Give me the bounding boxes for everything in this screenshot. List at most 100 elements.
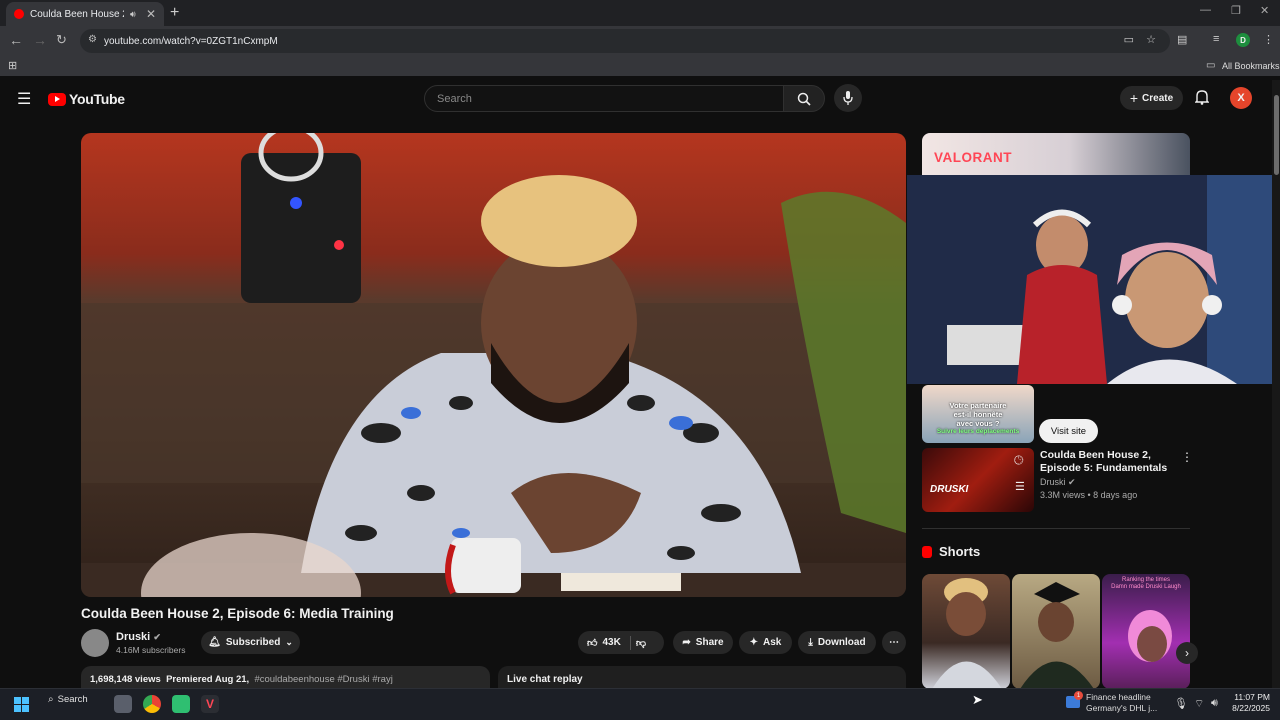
youtube-favicon-icon [14, 9, 24, 19]
divider [629, 635, 631, 650]
apps-grid-icon[interactable]: ⊞ [8, 59, 17, 72]
back-icon[interactable]: ← [9, 32, 23, 48]
news-title: Finance headline [1086, 692, 1151, 702]
short-image-1 [932, 578, 1002, 689]
ad-thumbnail[interactable]: Votre partenaire est-il honnête avec vou… [922, 385, 1034, 443]
recommended-channel-text: Druski [1040, 477, 1066, 487]
ad-thumb-text-3: avec vous ? [956, 419, 1000, 428]
all-bookmarks-link[interactable]: All Bookmarks [1222, 61, 1280, 71]
short-thumbnail-1[interactable] [922, 574, 1010, 689]
account-avatar[interactable]: X [1230, 87, 1252, 109]
youtube-logo[interactable]: YouTube [48, 91, 125, 107]
download-icon: ⤓ [808, 637, 813, 648]
notifications-button[interactable] [1194, 89, 1210, 110]
browser-tab[interactable]: Coulda Been House 2, Episo 🔊︎ ✕ [6, 2, 164, 26]
volume-icon[interactable]: 🔊︎ [1211, 697, 1218, 710]
profile-avatar[interactable]: D [1236, 33, 1250, 47]
recommended-thumbnail[interactable]: DRUSKI 🕒︎ ☰ [922, 448, 1034, 512]
watch-later-icon[interactable]: 🕒︎ [1014, 453, 1024, 468]
shorts-next-button[interactable]: › [1176, 642, 1198, 664]
subscribed-label: Subscribed [225, 637, 281, 648]
more-actions-button[interactable]: ⋯ [882, 631, 906, 654]
shorts-icon [922, 545, 932, 558]
news-subtitle: Germany's DHL j... [1086, 703, 1158, 713]
news-widget[interactable]: Finance headline Germany's DHL j... [1086, 692, 1157, 714]
windows-start-icon[interactable] [14, 697, 29, 717]
create-button[interactable]: + Create [1120, 86, 1183, 110]
address-url: youtube.com/watch?v=0ZGT1nCxmpM [104, 35, 278, 47]
dislike-button[interactable]: 👎︎ [636, 637, 646, 649]
ask-button[interactable]: ✦ Ask [739, 631, 792, 654]
ad-thumb-text-2: est-il honnête [953, 410, 1003, 419]
channel-name[interactable]: Druski ✔ [116, 631, 161, 643]
search-button[interactable] [783, 85, 825, 112]
close-window-icon[interactable]: ✕ [1260, 4, 1269, 17]
short-image-3 [1128, 610, 1172, 662]
microphone-icon[interactable]: 🎙︎ [1174, 697, 1188, 710]
reload-icon[interactable]: ↻ [56, 32, 67, 48]
ask-label: Ask [763, 637, 782, 648]
share-icon: ➦ [682, 637, 691, 648]
hashtags[interactable]: #couldabeenhouse #Druski #rayj [254, 674, 392, 685]
overlay-image [907, 175, 1280, 384]
verified-icon: ✔ [1068, 477, 1076, 487]
browser-tab-title: Coulda Been House 2, Episo [30, 8, 124, 20]
share-label: Share [695, 637, 724, 648]
new-tab-button[interactable]: + [170, 4, 179, 22]
search-icon: ⌕ [48, 694, 54, 705]
shorts-heading-text: Shorts [939, 544, 981, 559]
like-button[interactable]: 👍︎ 43K [587, 637, 621, 649]
recommended-meta: 3.3M views • 8 days ago [1040, 490, 1138, 500]
recommended-channel[interactable]: Druski ✔ [1040, 477, 1076, 488]
share-button[interactable]: ➦ Share [673, 631, 733, 654]
app-icon[interactable] [172, 695, 190, 713]
site-info-icon[interactable]: ⚙ [88, 34, 97, 45]
wifi-icon[interactable]: ⌔ [1194, 697, 1204, 711]
browser-menu-icon[interactable]: ⋮ [1263, 33, 1274, 46]
search-input[interactable]: Search [424, 85, 784, 112]
video-frame-image [81, 133, 906, 597]
scrollbar-thumb[interactable] [1274, 95, 1279, 175]
ad-thumb-text-4: Suivre leurs déplacements [936, 428, 1020, 435]
short-thumbnail-2[interactable] [1012, 574, 1100, 689]
video-player[interactable] [81, 133, 906, 597]
thumbs-down-icon: 👎︎ [635, 637, 646, 649]
valorant-logo: VALORANT [934, 150, 1012, 165]
subscriber-count: 4.16M subscribers [116, 645, 186, 655]
hamburger-menu-icon[interactable]: ☰ [17, 89, 31, 109]
verified-icon: ✔ [153, 632, 161, 642]
subscribed-button[interactable]: 🔔︎ Subscribed ⌄ [201, 631, 300, 654]
minimize-icon[interactable]: — [1200, 4, 1211, 16]
bookmark-star-icon[interactable]: ☆ [1146, 33, 1156, 46]
close-tab-icon[interactable]: ✕ [146, 7, 156, 21]
speaker-icon[interactable]: 🔊︎ [130, 9, 136, 20]
ad-banner[interactable]: VALORANT [922, 133, 1190, 175]
recommended-title[interactable]: Coulda Been House 2, Episode 5: Fundamen… [1040, 449, 1178, 475]
maximize-icon[interactable]: ❐ [1231, 4, 1241, 17]
media-control-icon[interactable]: ≡ [1213, 33, 1219, 45]
tab-search-icon[interactable]: ▤ [1177, 33, 1187, 46]
youtube-logo-text: YouTube [69, 91, 125, 107]
visit-site-button[interactable]: Visit site [1039, 419, 1098, 443]
voice-search-button[interactable] [834, 84, 862, 112]
add-to-queue-icon[interactable]: ☰ [1015, 480, 1025, 493]
chrome-icon[interactable] [143, 695, 161, 713]
system-clock[interactable]: 11:07 PM 8/22/2025 [1226, 692, 1270, 714]
bell-icon: 🔔︎ [208, 637, 221, 648]
address-bar[interactable]: ⚙ youtube.com/watch?v=0ZGT1nCxmpM ▭ ☆ [80, 29, 1170, 53]
ad-thumb-text-1: Votre partenaire [949, 401, 1007, 410]
taskbar-search-label: Search [57, 694, 88, 705]
channel-avatar[interactable] [81, 629, 109, 657]
short-image-2 [1020, 582, 1094, 689]
install-app-icon[interactable]: ▭ [1124, 33, 1134, 46]
forward-icon[interactable]: → [33, 32, 47, 48]
clock-date: 8/22/2025 [1232, 703, 1270, 713]
download-label: Download [817, 637, 866, 648]
download-button[interactable]: ⤓ Download [798, 631, 876, 654]
more-vertical-icon[interactable]: ⋮ [1181, 450, 1193, 464]
task-view-icon[interactable] [114, 695, 132, 713]
folder-icon: ▭ [1206, 60, 1216, 71]
short-thumbnail-3[interactable]: Ranking the times Damn made Druski Laugh [1102, 574, 1190, 689]
valorant-icon[interactable]: V [201, 695, 219, 713]
taskbar-search[interactable]: ⌕ Search [48, 694, 88, 705]
